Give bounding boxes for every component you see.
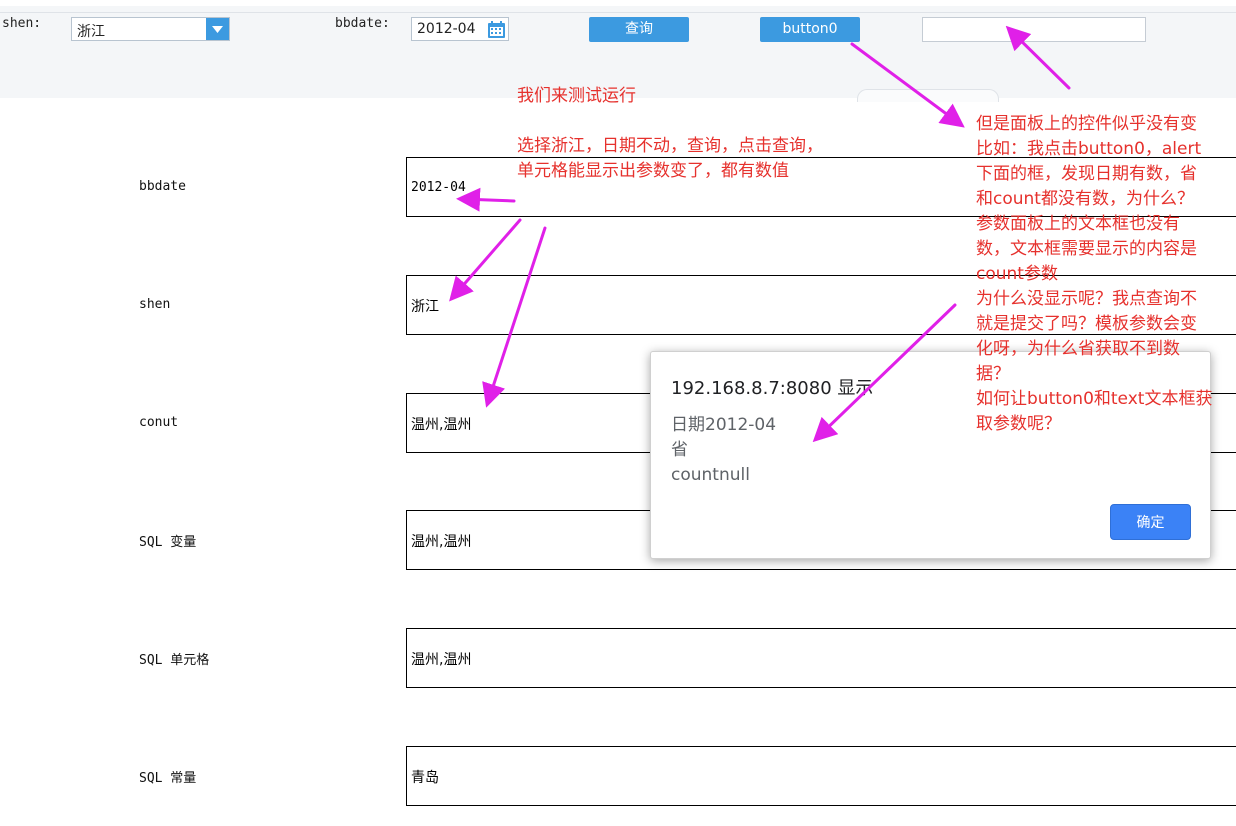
cell-value: 温州,温州 bbox=[411, 534, 472, 550]
bbdate-date-picker[interactable]: 2012-04 bbox=[411, 17, 509, 41]
cell-value: 温州,温州 bbox=[411, 417, 472, 433]
cell-sql-constant: 青岛 bbox=[406, 746, 1236, 806]
shen-combobox-value: 浙江 bbox=[77, 24, 105, 40]
query-button[interactable]: 查询 bbox=[589, 17, 689, 42]
row-label-sql-cell: SQL 单元格 bbox=[139, 653, 210, 668]
row-label-conut: conut bbox=[139, 415, 179, 430]
cell-value: 青岛 bbox=[411, 770, 439, 786]
panel-collapse-tab[interactable] bbox=[857, 89, 999, 102]
dialog-message: 日期2012-04 省 countnull bbox=[671, 415, 777, 485]
shen-label: shen: bbox=[2, 16, 42, 31]
dialog-ok-button[interactable]: 确定 bbox=[1110, 504, 1191, 540]
cell-sql-cell: 温州,温州 bbox=[406, 628, 1236, 688]
bbdate-picker-value: 2012-04 bbox=[417, 21, 476, 37]
row-label-shen: shen bbox=[139, 297, 171, 312]
annotation-right: 但是面板上的控件似乎没有变 比如：我点击button0，alert 下面的框，发… bbox=[976, 114, 1213, 434]
cell-value: 浙江 bbox=[411, 299, 439, 315]
annotation-left: 我们来测试运行 选择浙江，日期不动，查询，点击查询， 单元格能显示出参数变了，都… bbox=[517, 86, 823, 181]
row-label-sql-variable: SQL 变量 bbox=[139, 535, 197, 550]
button0[interactable]: button0 bbox=[760, 17, 860, 42]
shen-combobox[interactable]: 浙江 bbox=[71, 17, 230, 41]
panel-top-divider bbox=[0, 12, 1236, 13]
shen-dropdown-button[interactable] bbox=[206, 18, 229, 40]
row-label-bbdate: bbdate bbox=[139, 179, 186, 194]
calendar-icon[interactable] bbox=[487, 20, 506, 43]
dialog-title: 192.168.8.7:8080 显示 bbox=[671, 378, 874, 399]
count-text-input[interactable] bbox=[922, 17, 1146, 42]
cell-value: 温州,温州 bbox=[411, 652, 472, 668]
bbdate-label: bbdate: bbox=[335, 16, 390, 31]
row-label-sql-constant: SQL 常量 bbox=[139, 771, 197, 786]
cell-value: 2012-04 bbox=[411, 180, 466, 195]
chevron-down-icon bbox=[212, 26, 223, 33]
